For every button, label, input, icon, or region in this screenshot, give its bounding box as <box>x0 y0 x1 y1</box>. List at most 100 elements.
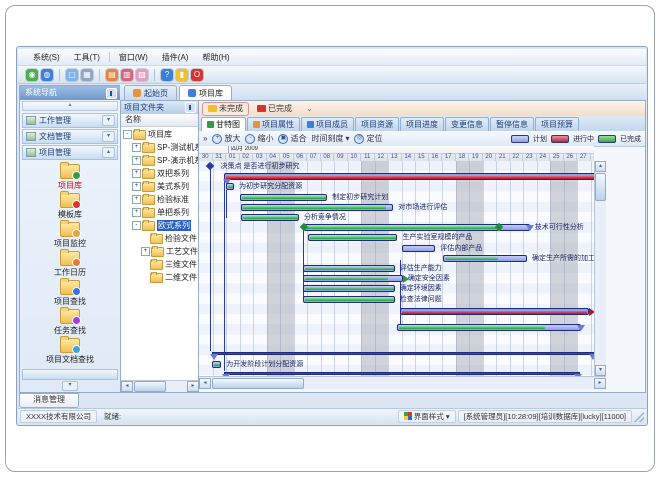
task-bar[interactable] <box>397 324 581 331</box>
tree-expander-icon[interactable]: + <box>132 182 141 191</box>
tree-node[interactable]: +检验标准 <box>121 193 199 206</box>
panel-work[interactable]: 工作管理▾ <box>22 113 118 128</box>
tree-node[interactable]: +SP-演示机系列 <box>121 154 199 167</box>
filter-overflow-chevron[interactable]: ⌄ <box>306 104 313 113</box>
window-new-icon[interactable]: ▢ <box>66 69 78 81</box>
user-sync-icon[interactable]: ◉ <box>26 69 38 81</box>
tree-expander-icon[interactable]: + <box>141 247 150 256</box>
tab-project-library[interactable]: 项目库 <box>179 85 232 100</box>
gantt-vertical-scrollbar[interactable]: ▴▾ <box>594 161 606 376</box>
tab-start-page[interactable]: 起始页 <box>124 85 177 100</box>
gtab-properties[interactable]: 项目属性 <box>247 117 300 131</box>
message-management-tab[interactable]: 消息管理 <box>19 393 79 408</box>
tree-node[interactable]: -项目库 <box>121 128 199 141</box>
tree-node[interactable]: -欧式系列 <box>121 219 199 232</box>
scroll-thumb[interactable] <box>595 173 606 201</box>
task-bar[interactable] <box>402 245 436 252</box>
gtab-resources[interactable]: 项目资源 <box>355 117 399 131</box>
menu-tools[interactable]: 工具(T) <box>67 51 107 64</box>
nav-task-search[interactable]: 任务查找 <box>23 309 117 338</box>
tree-node[interactable]: 检验文件 <box>121 232 199 245</box>
report-red-icon[interactable]: ▤ <box>106 69 118 81</box>
task-bar[interactable] <box>443 255 527 262</box>
task-bar-inprogress[interactable] <box>400 308 589 315</box>
task-bar[interactable] <box>303 296 395 303</box>
pin-icon[interactable] <box>185 102 196 113</box>
chevron-icon[interactable]: ▾ <box>102 115 115 126</box>
toolbar-overflow-icon[interactable]: » <box>203 134 207 143</box>
fit-button[interactable]: ▣适合 <box>278 133 306 144</box>
help-icon[interactable]: ? <box>161 69 173 81</box>
nav-template-library[interactable]: 模板库 <box>23 193 117 222</box>
task-bar[interactable] <box>304 224 498 231</box>
menu-help[interactable]: 帮助(H) <box>195 51 236 64</box>
scroll-thumb[interactable] <box>134 381 166 392</box>
menu-system[interactable]: 系统(S) <box>26 51 67 64</box>
report-mail-icon[interactable]: ▥ <box>121 69 133 81</box>
tree-node[interactable]: +美式系列 <box>121 180 199 193</box>
tree-node[interactable]: 三维文件 <box>121 258 199 271</box>
window-layout-icon[interactable]: ▦ <box>81 69 93 81</box>
chevron-down-icon[interactable]: ▾ <box>62 381 78 391</box>
nav-project-doc-search[interactable]: 项目文档查找 <box>23 338 117 367</box>
tree-expander-icon[interactable]: + <box>132 208 141 217</box>
tree-node[interactable]: +双把系列 <box>121 167 199 180</box>
task-bar[interactable] <box>226 183 234 190</box>
zoom-in-button[interactable]: +放大 <box>212 133 240 144</box>
timescale-button[interactable]: 时间刻度▾ <box>311 133 349 144</box>
nav-project-library[interactable]: 项目库 <box>23 164 117 193</box>
filter-unfinished[interactable]: 未完成 <box>202 102 249 116</box>
menu-plugins[interactable]: 插件(A) <box>155 51 196 64</box>
panel-project[interactable]: 项目管理▴ <box>22 145 118 160</box>
scroll-left-button[interactable]: ◂ <box>121 381 133 392</box>
phase-bracket-bar[interactable] <box>212 352 594 355</box>
nav-project-monitor[interactable]: 项目监控 <box>23 222 117 251</box>
tree-node[interactable]: +工艺文件 <box>121 245 199 258</box>
gtab-members[interactable]: 项目成员 <box>301 117 354 131</box>
zoom-out-button[interactable]: -缩小 <box>245 133 273 144</box>
resize-grip[interactable] <box>634 412 644 422</box>
chevron-icon[interactable]: ▾ <box>102 131 115 142</box>
filter-finished[interactable]: 已完成 <box>252 103 297 115</box>
panel-document[interactable]: 文档管理▾ <box>22 129 118 144</box>
tree-expander-icon[interactable]: - <box>132 221 141 230</box>
scroll-right-button[interactable]: ▸ <box>594 378 606 389</box>
ui-style-button[interactable]: 界面样式 ▾ <box>398 410 456 423</box>
gtab-budget[interactable]: 项目预算 <box>535 117 579 131</box>
scroll-up-button[interactable]: ▴ <box>595 161 606 172</box>
menu-window[interactable]: 窗口(W) <box>112 51 155 64</box>
tree-expander-icon[interactable]: - <box>123 130 132 139</box>
tree-node[interactable]: +SP-测试机系列 <box>121 141 199 154</box>
task-bar[interactable] <box>212 361 221 368</box>
gtab-pauses[interactable]: 暂停信息 <box>490 117 534 131</box>
tree-node[interactable]: 二维文件 <box>121 271 199 284</box>
sidebar-collapse-strip[interactable]: ▴ <box>22 101 118 111</box>
tree-expander-icon[interactable]: + <box>132 195 141 204</box>
task-bar[interactable] <box>303 285 395 292</box>
scroll-thumb[interactable] <box>212 378 304 389</box>
tree-expander-icon[interactable]: + <box>132 156 141 165</box>
tree-node[interactable]: +单把系列 <box>121 206 199 219</box>
locate-button[interactable]: ◎定位 <box>354 133 382 144</box>
lock-icon[interactable]: ▮ <box>176 69 188 81</box>
summary-bar[interactable] <box>224 173 594 180</box>
pin-icon[interactable] <box>106 88 117 99</box>
tree-expander-icon[interactable]: + <box>132 169 141 178</box>
sidebar-clipped-panel[interactable] <box>22 369 118 381</box>
gantt-horizontal-scrollbar[interactable]: ◂▸ <box>199 376 606 389</box>
scroll-left-button[interactable]: ◂ <box>199 378 211 389</box>
tree-expander-icon[interactable]: + <box>132 143 141 152</box>
tree-horizontal-scrollbar[interactable]: ◂▸ <box>121 380 199 392</box>
task-bar[interactable] <box>241 204 394 211</box>
task-bar[interactable] <box>303 275 403 282</box>
gtab-progress[interactable]: 项目进度 <box>400 117 444 131</box>
task-bar[interactable] <box>241 214 299 221</box>
nav-work-calendar[interactable]: 工作日历 <box>23 251 117 280</box>
phase-bracket-bar[interactable] <box>224 372 580 375</box>
scroll-down-button[interactable]: ▾ <box>595 365 606 376</box>
task-bar[interactable] <box>240 194 328 201</box>
chevron-icon[interactable]: ▴ <box>102 147 115 158</box>
task-bar[interactable] <box>308 234 397 241</box>
stop-icon[interactable]: O <box>191 69 203 81</box>
task-bar[interactable] <box>303 265 395 272</box>
